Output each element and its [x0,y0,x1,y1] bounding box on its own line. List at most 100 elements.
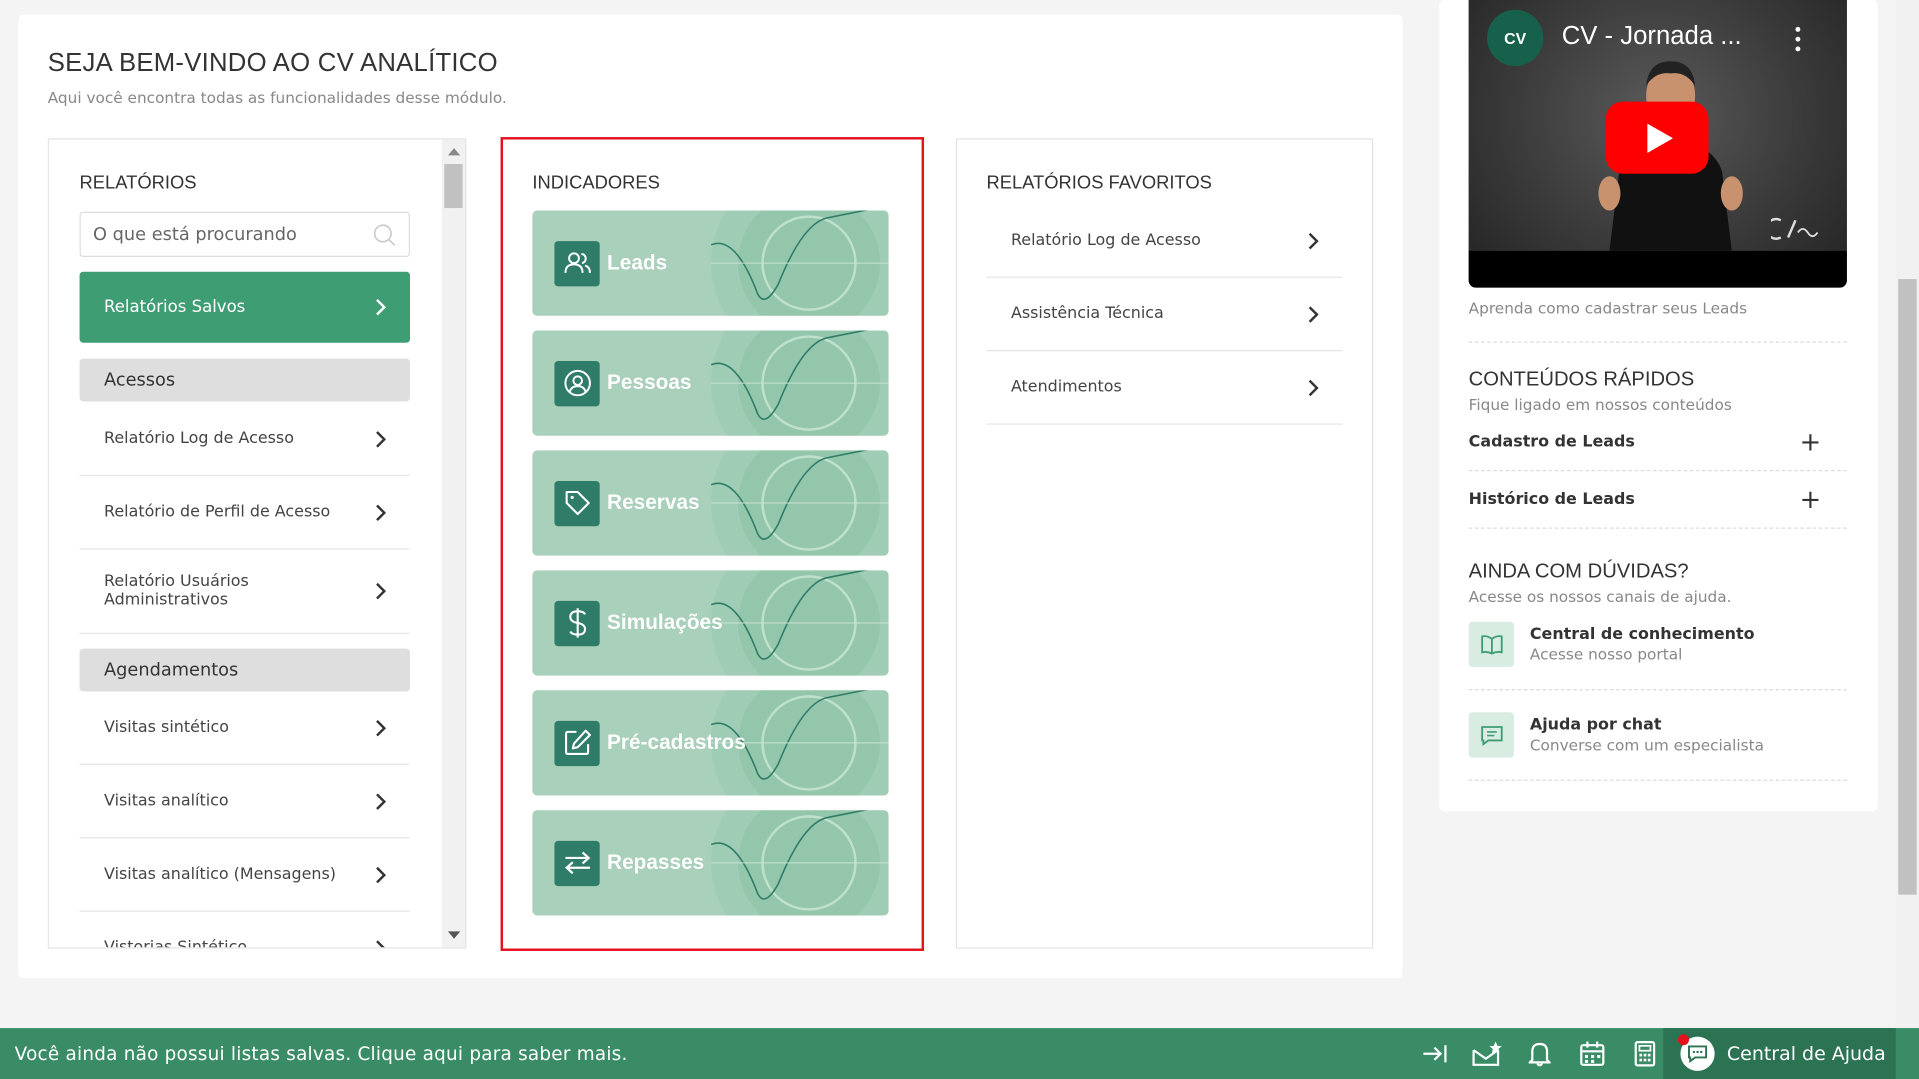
reports-title: RELATÓRIOS [79,172,197,194]
notification-dot [1677,1034,1689,1046]
collapse-arrow-icon[interactable] [1407,1028,1460,1079]
saved-reports-label: Relatórios Salvos [104,297,246,317]
play-button[interactable] [1605,101,1709,174]
help-channel-title: Ajuda por chat [1529,715,1662,735]
chevron-right-icon [376,503,387,521]
card-decoration [711,330,889,436]
group-agendamentos[interactable]: Agendamentos [79,648,411,692]
page-scrollbar[interactable] [1895,0,1919,1029]
video-title[interactable]: CV - Jornada ... [1562,22,1742,51]
indicator-card-2[interactable]: Reservas [532,450,889,556]
report-item[interactable]: Visitas analítico (Mensagens) [79,838,411,912]
indicator-label: Repasses [607,850,705,874]
group-acessos[interactable]: Acessos [79,358,411,402]
accordion-item-label: Cadastro de Leads [1468,433,1635,452]
tag-icon [554,480,600,526]
report-item[interactable]: Visitas sintético [79,692,411,765]
saved-reports-button[interactable]: Relatórios Salvos [79,271,411,343]
help-channel-knowledge[interactable]: Central de conhecimento Acesse nosso por… [1468,621,1754,668]
chevron-right-icon [376,430,387,447]
indicator-card-3[interactable]: Simulações [532,570,889,676]
page-subtitle: Aqui você encontra todas as funcionalida… [47,88,507,107]
book-icon [1468,621,1514,668]
favorite-item-label: Atendimentos [1010,378,1122,397]
chevron-right-icon [1308,232,1319,249]
report-item[interactable]: Relatório Usuários Administrativos [79,550,411,634]
help-channel-chat[interactable]: Ajuda por chat Converse com um especiali… [1468,712,1765,758]
divider [1468,527,1847,529]
more-options-icon[interactable] [1795,26,1801,56]
report-item[interactable]: Vistorias Sintético [80,912,410,949]
chevron-right-icon [376,866,387,883]
report-item[interactable]: Relatório Log de Acesso [79,403,411,477]
indicator-card-4[interactable]: Pré-cadastros [532,690,889,796]
video-caption: Aprenda como cadastrar seus Leads [1468,298,1748,317]
calendar-icon[interactable] [1565,1028,1618,1079]
page-title: SEJA BEM-VINDO AO CV ANALÍTICO [47,48,498,78]
channel-logo[interactable]: CV [1487,9,1544,67]
report-item-label: Visitas analítico [104,791,229,811]
reports-search-input[interactable] [93,224,372,245]
report-item-label: Relatório Log de Acesso [104,429,294,448]
user-circle-icon [554,360,600,406]
video-player[interactable]: CV CV - Jornada ... [1468,0,1847,288]
chevron-right-icon [376,582,387,600]
indicator-card-5[interactable]: Repasses [532,810,889,916]
favorites-title: RELATÓRIOS FAVORITOS [986,172,1212,194]
favorite-item[interactable]: Relatório Log de Acesso [986,204,1343,278]
indicator-label: Reservas [607,490,700,515]
scroll-up-arrow[interactable] [447,148,461,156]
search-box [79,211,411,258]
favorites-panel: RELATÓRIOS FAVORITOS Relatório Log de Ac… [955,138,1374,949]
dollar-icon [554,600,600,646]
scroll-down-arrow[interactable] [447,931,461,939]
favorite-item[interactable]: Assistência Técnica [986,278,1343,352]
report-item-label: Vistorias Sintético [104,938,248,949]
report-item-label: Visitas analítico (Mensagens) [104,865,336,884]
search-icon[interactable] [372,221,397,248]
scroll-thumb[interactable] [444,164,463,209]
favorite-item-label: Assistência Técnica [1010,304,1164,324]
report-item-label: Relatório de Perfil de Acesso [104,503,331,522]
edit-icon [554,720,600,766]
quick-content-title: CONTEÚDOS RÁPIDOS [1468,368,1695,391]
bottom-bar: Você ainda não possui listas salvas. Cli… [0,1028,1919,1079]
doubts-subtitle: Acesse os nossos canais de ajuda. [1468,587,1732,606]
bell-icon[interactable] [1513,1028,1566,1079]
chat-icon [1468,712,1514,758]
card-decoration [711,810,889,916]
help-channel-desc: Acesse nosso portal [1529,644,1683,664]
indicator-label: Simulações [607,610,723,634]
plus-icon[interactable]: + [1800,429,1822,456]
reports-scrollbar[interactable] [441,139,466,948]
favorite-item-label: Relatório Log de Acesso [1010,231,1201,250]
report-item-label: Relatório Usuários Administrativos [104,572,249,610]
chevron-right-icon [376,298,387,316]
report-item[interactable]: Relatório de Perfil de Acesso [79,476,411,550]
doubts-title: AINDA COM DÚVIDAS? [1468,560,1689,583]
help-channel-desc: Converse com um especialista [1529,735,1765,754]
favorite-item[interactable]: Atendimentos [986,351,1343,425]
side-card: CV CV - Jornada ... Aprenda como cadastr… [1439,0,1878,812]
help-center-label: Central de Ajuda [1726,1042,1886,1065]
report-item[interactable]: Visitas analítico [79,765,411,839]
accordion-item[interactable]: Cadastro de Leads + [1468,429,1844,456]
watermark-logo [1770,217,1819,240]
indicator-label: Pessoas [607,370,692,395]
saved-lists-message[interactable]: Você ainda não possui listas salvas. Cli… [15,1043,628,1065]
chevron-right-icon [376,792,387,810]
indicator-card-1[interactable]: Pessoas [532,330,889,436]
indicator-card-0[interactable]: Leads [532,210,889,316]
accordion-item[interactable]: Histórico de Leads + [1469,487,1844,513]
card-decoration [711,450,889,556]
plus-icon[interactable]: + [1800,487,1822,513]
mail-star-icon[interactable] [1460,1028,1513,1079]
transfer-icon [554,840,600,886]
help-center-button[interactable]: Central de Ajuda [1663,1028,1896,1079]
divider [1468,779,1847,781]
page-scroll-thumb[interactable] [1898,279,1917,895]
card-decoration [711,210,889,316]
divider [1468,469,1847,472]
indicators-title: INDICADORES [532,172,660,194]
report-item-label: Visitas sintético [104,718,230,737]
